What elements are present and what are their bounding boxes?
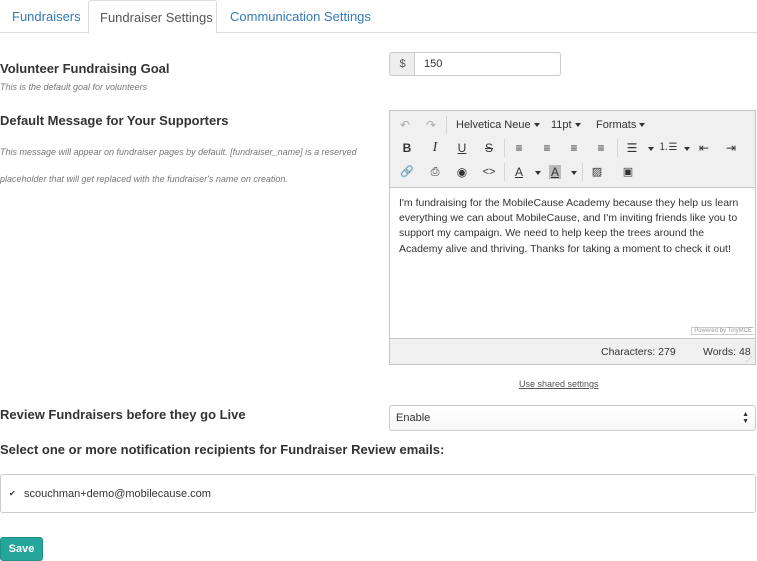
formats-label: Formats	[596, 119, 637, 131]
toolbar-divider	[504, 139, 505, 157]
goal-label: Volunteer Fundraising Goal	[0, 61, 170, 76]
settings-tabs: Fundraisers Fundraiser Settings Communic…	[0, 0, 757, 34]
resize-handle-icon[interactable]: ⋰	[746, 355, 753, 363]
chevron-down-icon[interactable]	[648, 147, 654, 151]
font-size-dropdown[interactable]: 11pt	[551, 115, 581, 135]
content-line: Academy alive and thriving. Thanks for t…	[399, 242, 731, 255]
goal-help-text: This is the default goal for volunteers	[0, 82, 148, 92]
chevron-down-icon	[639, 123, 646, 128]
editor-statusbar: Characters: 279 Words: 48 ⋰	[390, 338, 755, 364]
select-arrows-icon: ▲ ▼	[742, 411, 749, 425]
recipients-label: Select one or more notification recipien…	[0, 442, 445, 457]
review-select-value: Enable	[396, 412, 431, 424]
underline-icon[interactable]: U	[451, 138, 473, 158]
editor-toolbar: ↶ ↷ Helvetica Neue 11pt Formats B I U S …	[390, 111, 755, 188]
align-right-icon[interactable]: ≡	[563, 138, 585, 158]
save-button[interactable]: Save	[0, 537, 43, 561]
recipients-list: ✔ scouchman+demo@mobilecause.com	[0, 474, 756, 513]
use-shared-settings-link[interactable]: Use shared settings	[519, 379, 599, 389]
align-left-icon[interactable]: ≡	[508, 138, 530, 158]
content-line: support my campaign. We need to help kee…	[399, 227, 705, 240]
redo-icon[interactable]: ↷	[420, 115, 442, 135]
character-count: Characters: 279	[601, 346, 676, 358]
link-icon[interactable]: 🔗	[396, 162, 418, 182]
toolbar-divider	[582, 163, 583, 181]
powered-by-badge[interactable]: Powered by TinyMCE	[691, 327, 754, 335]
background-color-icon[interactable]: A	[544, 162, 566, 182]
image-icon[interactable]: ▨	[586, 162, 608, 182]
rich-text-editor: ↶ ↷ Helvetica Neue 11pt Formats B I U S …	[389, 110, 756, 365]
print-icon[interactable]: ⎙	[424, 162, 446, 182]
chevron-down-icon	[574, 123, 581, 128]
editor-content[interactable]: I'm fundraising for the MobileCause Acad…	[399, 196, 751, 257]
outdent-icon[interactable]: ⇤	[693, 138, 715, 158]
toolbar-divider	[446, 116, 447, 134]
preview-icon[interactable]: ◉	[451, 162, 473, 182]
review-label: Review Fundraisers before they go Live	[0, 407, 246, 422]
toolbar-divider	[617, 139, 618, 157]
strikethrough-icon[interactable]: S	[478, 138, 500, 158]
text-color-icon[interactable]: A	[508, 162, 530, 182]
media-icon[interactable]: ▣	[617, 162, 639, 182]
chevron-down-icon[interactable]	[684, 147, 690, 151]
code-icon[interactable]: <>	[478, 162, 500, 182]
numbered-list-icon[interactable]: ⒈☰	[657, 138, 679, 158]
align-justify-icon[interactable]: ≡	[590, 138, 612, 158]
tab-fundraisers[interactable]: Fundraisers	[0, 0, 93, 33]
bullet-list-icon[interactable]: ☰	[621, 138, 643, 158]
chevron-down-icon	[533, 123, 540, 128]
font-size-value: 11pt	[551, 119, 572, 131]
content-line: I'm fundraising for the MobileCause Acad…	[399, 197, 739, 209]
message-label: Default Message for Your Supporters	[0, 113, 229, 128]
tab-fundraiser-settings[interactable]: Fundraiser Settings	[88, 0, 217, 34]
italic-icon[interactable]: I	[424, 138, 446, 158]
font-family-value: Helvetica Neue	[456, 119, 531, 131]
word-count: Words: 48	[703, 346, 751, 358]
align-center-icon[interactable]: ≡	[536, 138, 558, 158]
recipient-email: scouchman+demo@mobilecause.com	[24, 488, 211, 500]
bold-icon[interactable]: B	[396, 138, 418, 158]
review-select[interactable]: Enable ▲ ▼	[389, 405, 756, 431]
indent-icon[interactable]: ⇥	[720, 138, 742, 158]
content-line: everything we can about MobileCause, and…	[399, 212, 738, 225]
chevron-down-icon[interactable]	[571, 171, 577, 175]
chevron-down-icon[interactable]	[535, 171, 541, 175]
toolbar-divider	[504, 163, 505, 181]
message-help-line-1: This message will appear on fundraiser p…	[0, 147, 357, 157]
undo-icon[interactable]: ↶	[394, 115, 416, 135]
font-family-dropdown[interactable]: Helvetica Neue	[456, 115, 540, 135]
formats-dropdown[interactable]: Formats	[596, 115, 646, 135]
recipient-checkbox[interactable]: ✔	[9, 490, 17, 498]
currency-addon: $	[389, 52, 415, 76]
tab-communication-settings[interactable]: Communication Settings	[230, 0, 371, 33]
goal-input[interactable]: 150	[414, 52, 561, 76]
message-help-line-2: placeholder that will get replaced with …	[0, 174, 288, 184]
